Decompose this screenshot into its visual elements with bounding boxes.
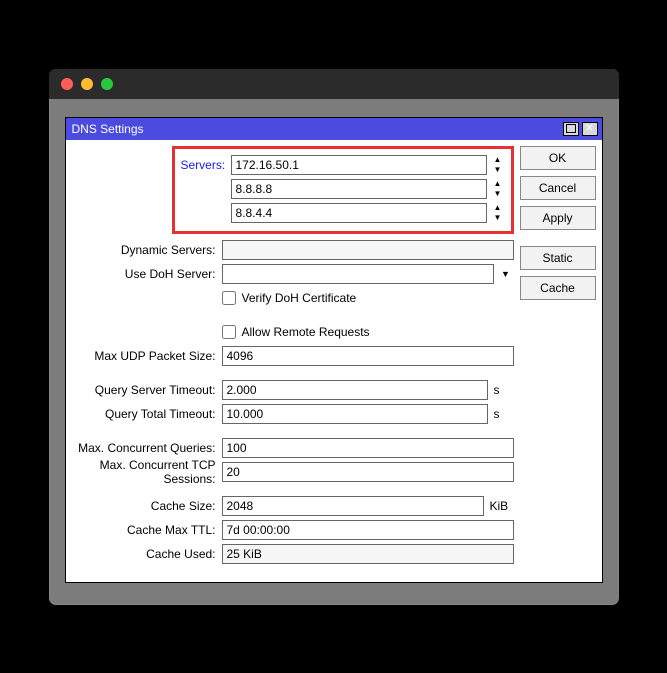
query-server-timeout-input[interactable]	[222, 380, 488, 400]
minimize-icon[interactable]	[81, 78, 93, 90]
server-1-spinner[interactable]: ▲▼	[491, 155, 505, 175]
apply-button[interactable]: Apply	[520, 206, 596, 230]
servers-highlight-box: Servers: ▲▼ ▲▼	[172, 146, 514, 234]
dynamic-servers-label: Dynamic Servers:	[72, 243, 222, 257]
servers-label: Servers:	[181, 158, 231, 172]
static-button[interactable]: Static	[520, 246, 596, 270]
button-column: OK Cancel Apply Static Cache	[520, 146, 596, 576]
server-3-spinner[interactable]: ▲▼	[491, 203, 505, 223]
cache-max-ttl-input[interactable]	[222, 520, 514, 540]
allow-remote-label: Allow Remote Requests	[242, 325, 370, 339]
server-2-spinner[interactable]: ▲▼	[491, 179, 505, 199]
cache-button[interactable]: Cache	[520, 276, 596, 300]
query-total-timeout-input[interactable]	[222, 404, 488, 424]
dialog-title: DNS Settings	[72, 122, 144, 136]
query-server-timeout-label: Query Server Timeout:	[72, 383, 222, 397]
use-doh-label: Use DoH Server:	[72, 267, 222, 281]
ok-button[interactable]: OK	[520, 146, 596, 170]
max-conc-queries-input[interactable]	[222, 438, 514, 458]
server-1-input[interactable]	[231, 155, 487, 175]
max-conc-tcp-label: Max. Concurrent TCP Sessions:	[72, 458, 222, 486]
timeout-unit-2: s	[492, 407, 514, 421]
app-window: DNS Settings ✕ Servers: ▲▼	[48, 68, 620, 606]
zoom-icon[interactable]	[101, 78, 113, 90]
cache-size-label: Cache Size:	[72, 499, 222, 513]
verify-doh-label: Verify DoH Certificate	[242, 291, 357, 305]
dns-settings-dialog: DNS Settings ✕ Servers: ▲▼	[65, 117, 603, 583]
close-icon[interactable]	[61, 78, 73, 90]
cache-used-label: Cache Used:	[72, 547, 222, 561]
server-2-input[interactable]	[231, 179, 487, 199]
cache-used-value: 25 KiB	[222, 544, 514, 564]
max-conc-tcp-input[interactable]	[222, 462, 514, 482]
cache-size-input[interactable]	[222, 496, 484, 516]
cancel-button[interactable]: Cancel	[520, 176, 596, 200]
maximize-icon[interactable]	[563, 122, 579, 136]
chevron-down-icon[interactable]: ▼	[498, 269, 514, 279]
max-udp-label: Max UDP Packet Size:	[72, 349, 222, 363]
query-total-timeout-label: Query Total Timeout:	[72, 407, 222, 421]
use-doh-combo[interactable]	[222, 264, 494, 284]
close-dialog-icon[interactable]: ✕	[582, 122, 598, 136]
max-udp-input[interactable]	[222, 346, 514, 366]
allow-remote-checkbox[interactable]	[222, 325, 236, 339]
dialog-titlebar: DNS Settings ✕	[66, 118, 602, 140]
timeout-unit-1: s	[492, 383, 514, 397]
verify-doh-checkbox[interactable]	[222, 291, 236, 305]
max-conc-queries-label: Max. Concurrent Queries:	[72, 441, 222, 455]
cache-size-unit: KiB	[488, 499, 514, 513]
server-3-input[interactable]	[231, 203, 487, 223]
cache-max-ttl-label: Cache Max TTL:	[72, 523, 222, 537]
dynamic-servers-field	[222, 240, 514, 260]
mac-titlebar	[49, 69, 619, 99]
form-area: Servers: ▲▼ ▲▼	[72, 146, 514, 576]
window-body: DNS Settings ✕ Servers: ▲▼	[49, 99, 619, 605]
